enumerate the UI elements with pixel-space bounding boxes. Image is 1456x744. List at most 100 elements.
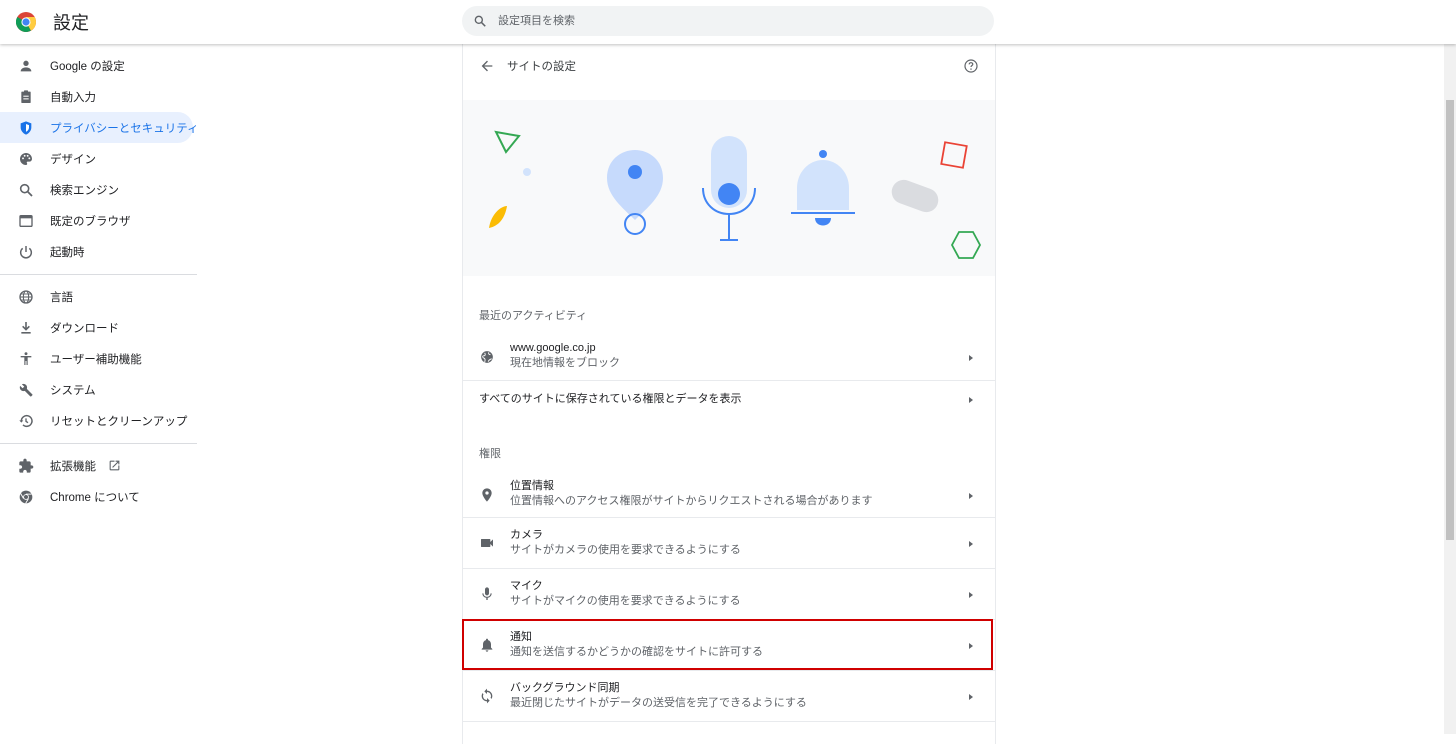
all-sites-text: すべてのサイトに保存されている権限とデータを表示 bbox=[479, 392, 741, 407]
permission-row-background-sync[interactable]: バックグラウンド同期 最近閉じたサイトがデータの送受信を完了できるようにする bbox=[463, 671, 995, 721]
sidebar-item-label: デザイン bbox=[50, 153, 96, 166]
permissions-heading: 権限 bbox=[479, 448, 501, 460]
all-sites-label: すべてのサイトに保存されている権限とデータを表示 bbox=[479, 393, 742, 405]
arrow-right-icon bbox=[969, 592, 973, 598]
accessibility-icon bbox=[18, 351, 34, 367]
sidebar-item-label: 言語 bbox=[50, 291, 73, 304]
sidebar-divider bbox=[0, 274, 197, 275]
permission-row-microphone[interactable]: マイク サイトがマイクの使用を要求できるようにする bbox=[463, 569, 995, 619]
clipboard-icon bbox=[18, 89, 34, 105]
bell-icon bbox=[479, 637, 495, 653]
permission-subtitle: 通知を送信するかどうかの確認をサイトに許可する bbox=[510, 646, 763, 658]
permission-subtitle: 最近閉じたサイトがデータの送受信を完了できるようにする bbox=[510, 697, 807, 709]
sidebar-item-label: リセットとクリーンアップ bbox=[50, 415, 188, 428]
sidebar-item-accessibility[interactable]: ユーザー補助機能 bbox=[0, 343, 193, 374]
sidebar-item-label: 拡張機能 bbox=[50, 460, 96, 473]
sidebar-item-label: システム bbox=[50, 384, 96, 397]
page-title: 設定 bbox=[53, 13, 89, 33]
restore-icon bbox=[18, 413, 34, 429]
search-icon bbox=[18, 182, 34, 198]
shield-icon bbox=[18, 120, 34, 136]
row-divider bbox=[463, 721, 995, 722]
help-icon[interactable] bbox=[963, 58, 979, 74]
permission-subtitle: サイトがカメラの使用を要求できるようにする bbox=[510, 544, 741, 556]
sidebar-item-autofill[interactable]: 自動入力 bbox=[0, 81, 193, 112]
permission-text: 位置情報 位置情報へのアクセス権限がサイトからリクエストされる場合があります bbox=[510, 479, 872, 509]
puzzle-icon bbox=[18, 458, 34, 474]
permission-title: 通知 bbox=[510, 631, 532, 643]
sidebar-item-default-browser[interactable]: 既定のブラウザ bbox=[0, 205, 193, 236]
browser-window-icon bbox=[18, 213, 34, 229]
back-arrow-icon[interactable] bbox=[479, 58, 495, 74]
sidebar-item-label: 既定のブラウザ bbox=[50, 215, 131, 228]
arrow-right-icon bbox=[969, 397, 973, 403]
globe-icon bbox=[479, 349, 495, 365]
sidebar-item-label: ダウンロード bbox=[50, 322, 119, 335]
sidebar-item-privacy-security[interactable]: プライバシーとセキュリティ bbox=[0, 112, 199, 143]
camera-icon bbox=[479, 535, 495, 551]
sidebar-item-extensions[interactable]: 拡張機能 bbox=[0, 450, 193, 481]
sidebar-item-label: Google の設定 bbox=[50, 60, 125, 73]
sidebar: Google の設定 自動入力 プライバシーとセキュリティ デザイン 検索エンジ… bbox=[0, 44, 199, 512]
arrow-right-icon bbox=[969, 541, 973, 547]
permission-title: バックグラウンド同期 bbox=[510, 682, 620, 694]
all-sites-row[interactable]: すべてのサイトに保存されている権限とデータを表示 bbox=[463, 381, 995, 419]
sidebar-item-appearance[interactable]: デザイン bbox=[0, 143, 193, 174]
sidebar-item-label: ユーザー補助機能 bbox=[50, 353, 142, 366]
sidebar-item-about-chrome[interactable]: Chrome について bbox=[0, 481, 193, 512]
panel-header: サイトの設定 bbox=[463, 44, 995, 88]
permission-text: バックグラウンド同期 最近閉じたサイトがデータの送受信を完了できるようにする bbox=[510, 681, 807, 711]
permission-row-notifications[interactable]: 通知 通知を送信するかどうかの確認をサイトに許可する bbox=[463, 620, 995, 670]
sidebar-item-label: 検索エンジン bbox=[50, 184, 119, 197]
person-icon bbox=[18, 58, 34, 74]
microphone-icon bbox=[479, 586, 495, 602]
top-bar: 設定 bbox=[0, 0, 1456, 44]
permission-title: カメラ bbox=[510, 529, 543, 541]
permission-text: カメラ サイトがカメラの使用を要求できるようにする bbox=[510, 528, 741, 558]
sidebar-item-on-startup[interactable]: 起動時 bbox=[0, 236, 193, 267]
sidebar-divider bbox=[0, 443, 197, 444]
search-input[interactable] bbox=[498, 6, 978, 36]
panel-title: サイトの設定 bbox=[507, 61, 576, 73]
recent-site-status: 現在地情報をブロック bbox=[510, 357, 620, 369]
search-field[interactable] bbox=[462, 6, 994, 36]
permission-subtitle: サイトがマイクの使用を要求できるようにする bbox=[510, 595, 741, 607]
globe-icon bbox=[18, 289, 34, 305]
wrench-icon bbox=[18, 382, 34, 398]
power-icon bbox=[18, 244, 34, 260]
sidebar-item-downloads[interactable]: ダウンロード bbox=[0, 312, 193, 343]
permission-title: マイク bbox=[510, 580, 543, 592]
site-settings-illustration bbox=[463, 100, 995, 276]
arrow-right-icon bbox=[969, 355, 973, 361]
arrow-right-icon bbox=[969, 493, 973, 499]
sidebar-item-label: 起動時 bbox=[50, 246, 85, 259]
permission-row-camera[interactable]: カメラ サイトがカメラの使用を要求できるようにする bbox=[463, 518, 995, 568]
permission-subtitle: 位置情報へのアクセス権限がサイトからリクエストされる場合があります bbox=[510, 495, 873, 507]
sidebar-item-search-engine[interactable]: 検索エンジン bbox=[0, 174, 193, 205]
sync-icon bbox=[479, 688, 495, 704]
chrome-icon bbox=[18, 489, 34, 505]
page-scrollbar[interactable] bbox=[1444, 44, 1456, 734]
arrow-right-icon bbox=[969, 694, 973, 700]
site-settings-panel: サイトの設定 最近のアクティビティ www.google.co.jp 現在地情報… bbox=[462, 44, 996, 744]
location-pin-icon bbox=[479, 487, 495, 503]
sidebar-item-system[interactable]: システム bbox=[0, 374, 193, 405]
search-icon bbox=[474, 15, 486, 27]
recent-site-url: www.google.co.jp bbox=[510, 342, 596, 354]
permission-text: 通知 通知を送信するかどうかの確認をサイトに許可する bbox=[510, 630, 763, 660]
sidebar-item-google-settings[interactable]: Google の設定 bbox=[0, 50, 193, 81]
chrome-logo-icon bbox=[16, 12, 36, 32]
illustration-graphic bbox=[489, 130, 982, 259]
palette-icon bbox=[18, 151, 34, 167]
open-in-new-icon bbox=[109, 460, 120, 471]
sidebar-item-label: Chrome について bbox=[50, 491, 140, 504]
permission-row-location[interactable]: 位置情報 位置情報へのアクセス権限がサイトからリクエストされる場合があります bbox=[463, 474, 995, 517]
scrollbar-thumb[interactable] bbox=[1446, 100, 1454, 540]
sidebar-item-languages[interactable]: 言語 bbox=[0, 281, 193, 312]
sidebar-item-reset-cleanup[interactable]: リセットとクリーンアップ bbox=[0, 405, 193, 436]
permission-text: マイク サイトがマイクの使用を要求できるようにする bbox=[510, 579, 741, 609]
recent-activity-heading: 最近のアクティビティ bbox=[479, 310, 588, 322]
sidebar-item-label: プライバシーとセキュリティ bbox=[50, 122, 199, 135]
recent-site-row[interactable]: www.google.co.jp 現在地情報をブロック bbox=[463, 336, 995, 379]
recent-site-text: www.google.co.jp 現在地情報をブロック bbox=[510, 341, 620, 371]
